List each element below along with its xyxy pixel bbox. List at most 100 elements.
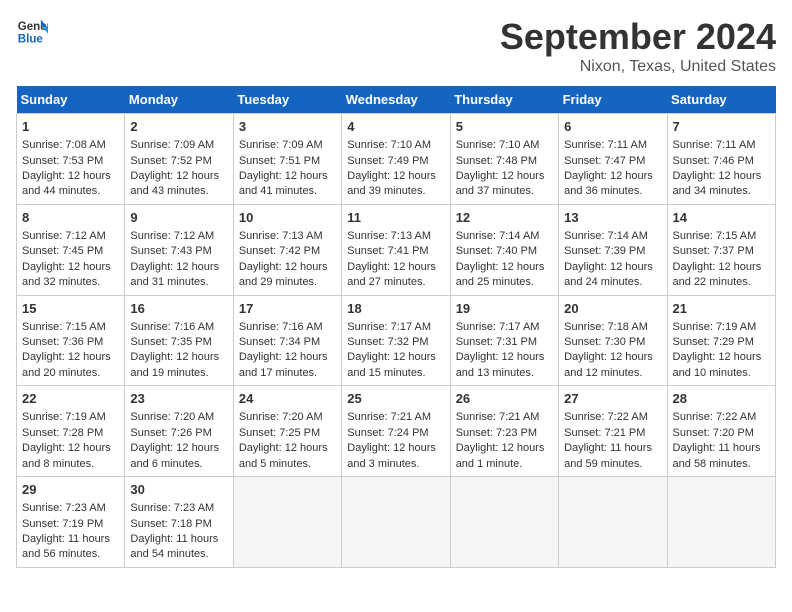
day-info-line: and 31 minutes. (130, 275, 227, 290)
day-info-line: Daylight: 11 hours (673, 441, 770, 456)
column-header-saturday: Saturday (667, 86, 775, 114)
day-info-line: and 20 minutes. (22, 366, 119, 381)
day-info-line: and 36 minutes. (564, 184, 661, 199)
day-number: 14 (673, 209, 770, 227)
calendar-cell: 1Sunrise: 7:08 AMSunset: 7:53 PMDaylight… (17, 114, 125, 205)
day-number: 26 (456, 390, 553, 408)
day-info-line: and 43 minutes. (130, 184, 227, 199)
day-info-line: Sunrise: 7:08 AM (22, 138, 119, 153)
day-info-line: Sunset: 7:51 PM (239, 154, 336, 169)
day-info-line: Daylight: 12 hours (673, 169, 770, 184)
day-info-line: Daylight: 11 hours (130, 532, 227, 547)
day-number: 1 (22, 118, 119, 136)
month-title: September 2024 (500, 16, 776, 58)
day-info-line: and 29 minutes. (239, 275, 336, 290)
day-info-line: Sunset: 7:23 PM (456, 426, 553, 441)
day-info-line: Daylight: 12 hours (564, 169, 661, 184)
day-info-line: Daylight: 12 hours (673, 260, 770, 275)
day-info-line: Daylight: 12 hours (130, 441, 227, 456)
day-info-line: Sunrise: 7:20 AM (130, 410, 227, 425)
day-info-line: Sunset: 7:35 PM (130, 335, 227, 350)
week-row-3: 15Sunrise: 7:15 AMSunset: 7:36 PMDayligh… (17, 295, 776, 386)
day-info-line: and 59 minutes. (564, 457, 661, 472)
day-info-line: Daylight: 12 hours (456, 441, 553, 456)
day-number: 23 (130, 390, 227, 408)
calendar-cell: 10Sunrise: 7:13 AMSunset: 7:42 PMDayligh… (233, 204, 341, 295)
calendar-header-row: SundayMondayTuesdayWednesdayThursdayFrid… (17, 86, 776, 114)
day-info-line: Sunrise: 7:23 AM (22, 501, 119, 516)
day-info-line: Sunrise: 7:17 AM (347, 320, 444, 335)
calendar-cell: 5Sunrise: 7:10 AMSunset: 7:48 PMDaylight… (450, 114, 558, 205)
day-info-line: Sunset: 7:18 PM (130, 517, 227, 532)
week-row-4: 22Sunrise: 7:19 AMSunset: 7:28 PMDayligh… (17, 386, 776, 477)
calendar-cell: 19Sunrise: 7:17 AMSunset: 7:31 PMDayligh… (450, 295, 558, 386)
day-info-line: Sunset: 7:52 PM (130, 154, 227, 169)
day-info-line: Sunset: 7:31 PM (456, 335, 553, 350)
calendar-cell: 16Sunrise: 7:16 AMSunset: 7:35 PMDayligh… (125, 295, 233, 386)
calendar-cell (667, 477, 775, 568)
logo: General Blue (16, 16, 48, 48)
calendar-cell: 26Sunrise: 7:21 AMSunset: 7:23 PMDayligh… (450, 386, 558, 477)
day-info-line: and 22 minutes. (673, 275, 770, 290)
day-info-line: Sunrise: 7:13 AM (239, 229, 336, 244)
day-number: 7 (673, 118, 770, 136)
day-info-line: and 44 minutes. (22, 184, 119, 199)
day-info-line: Sunset: 7:36 PM (22, 335, 119, 350)
day-info-line: Daylight: 12 hours (239, 441, 336, 456)
day-info-line: and 3 minutes. (347, 457, 444, 472)
day-info-line: Sunset: 7:39 PM (564, 244, 661, 259)
column-header-friday: Friday (559, 86, 667, 114)
calendar-cell: 29Sunrise: 7:23 AMSunset: 7:19 PMDayligh… (17, 477, 125, 568)
calendar-cell (342, 477, 450, 568)
calendar-cell: 20Sunrise: 7:18 AMSunset: 7:30 PMDayligh… (559, 295, 667, 386)
day-number: 30 (130, 481, 227, 499)
day-info-line: Sunset: 7:46 PM (673, 154, 770, 169)
day-info-line: and 39 minutes. (347, 184, 444, 199)
day-number: 29 (22, 481, 119, 499)
day-info-line: and 54 minutes. (130, 547, 227, 562)
calendar-cell: 11Sunrise: 7:13 AMSunset: 7:41 PMDayligh… (342, 204, 450, 295)
column-header-thursday: Thursday (450, 86, 558, 114)
day-number: 19 (456, 300, 553, 318)
day-info-line: Sunrise: 7:11 AM (564, 138, 661, 153)
day-info-line: Sunset: 7:34 PM (239, 335, 336, 350)
day-info-line: Daylight: 12 hours (239, 169, 336, 184)
day-info-line: Sunrise: 7:09 AM (130, 138, 227, 153)
day-info-line: Sunset: 7:40 PM (456, 244, 553, 259)
day-info-line: Daylight: 12 hours (22, 441, 119, 456)
calendar-cell: 8Sunrise: 7:12 AMSunset: 7:45 PMDaylight… (17, 204, 125, 295)
calendar-cell: 6Sunrise: 7:11 AMSunset: 7:47 PMDaylight… (559, 114, 667, 205)
day-number: 4 (347, 118, 444, 136)
day-number: 25 (347, 390, 444, 408)
day-info-line: and 56 minutes. (22, 547, 119, 562)
day-info-line: Daylight: 12 hours (22, 260, 119, 275)
day-number: 21 (673, 300, 770, 318)
day-info-line: Sunrise: 7:12 AM (130, 229, 227, 244)
day-info-line: Daylight: 12 hours (456, 350, 553, 365)
day-info-line: Sunset: 7:29 PM (673, 335, 770, 350)
week-row-5: 29Sunrise: 7:23 AMSunset: 7:19 PMDayligh… (17, 477, 776, 568)
day-info-line: and 5 minutes. (239, 457, 336, 472)
day-info-line: Sunset: 7:21 PM (564, 426, 661, 441)
day-info-line: Sunrise: 7:12 AM (22, 229, 119, 244)
day-info-line: Daylight: 12 hours (130, 350, 227, 365)
day-info-line: Daylight: 12 hours (347, 169, 444, 184)
day-info-line: Daylight: 12 hours (22, 350, 119, 365)
day-number: 6 (564, 118, 661, 136)
calendar-body: 1Sunrise: 7:08 AMSunset: 7:53 PMDaylight… (17, 114, 776, 568)
calendar-cell: 9Sunrise: 7:12 AMSunset: 7:43 PMDaylight… (125, 204, 233, 295)
day-info-line: Sunrise: 7:14 AM (456, 229, 553, 244)
day-info-line: and 41 minutes. (239, 184, 336, 199)
calendar-cell: 17Sunrise: 7:16 AMSunset: 7:34 PMDayligh… (233, 295, 341, 386)
day-info-line: Daylight: 12 hours (347, 350, 444, 365)
calendar-cell: 27Sunrise: 7:22 AMSunset: 7:21 PMDayligh… (559, 386, 667, 477)
calendar-cell: 3Sunrise: 7:09 AMSunset: 7:51 PMDaylight… (233, 114, 341, 205)
day-number: 10 (239, 209, 336, 227)
day-info-line: Daylight: 12 hours (22, 169, 119, 184)
day-number: 22 (22, 390, 119, 408)
calendar-cell: 22Sunrise: 7:19 AMSunset: 7:28 PMDayligh… (17, 386, 125, 477)
day-number: 18 (347, 300, 444, 318)
day-info-line: Sunset: 7:49 PM (347, 154, 444, 169)
day-number: 13 (564, 209, 661, 227)
week-row-2: 8Sunrise: 7:12 AMSunset: 7:45 PMDaylight… (17, 204, 776, 295)
